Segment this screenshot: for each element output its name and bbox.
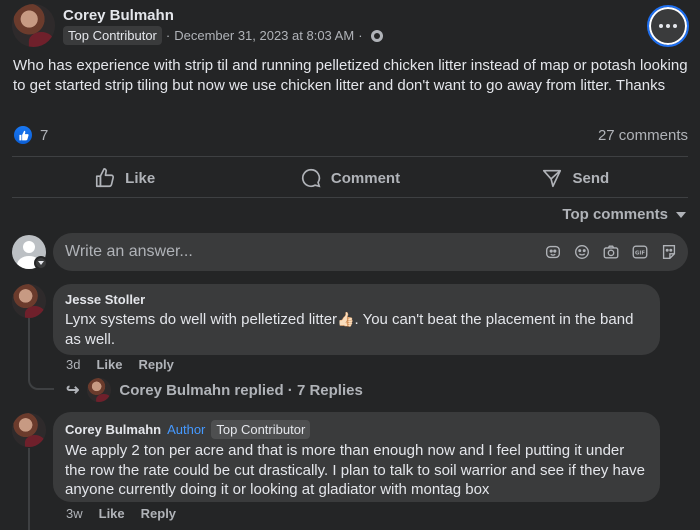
- commenter-avatar[interactable]: [12, 413, 46, 447]
- sort-comments-dropdown[interactable]: Top comments: [562, 206, 686, 223]
- gif-icon[interactable]: GIF: [631, 243, 649, 261]
- thread-line: [28, 448, 30, 530]
- caret-down-icon: [676, 211, 686, 218]
- composer-tools: GIF: [544, 243, 688, 261]
- comment-like-button[interactable]: Like: [99, 506, 125, 521]
- replies-summary: Corey Bulmahn replied · 7 Replies: [119, 381, 363, 399]
- send-button[interactable]: Send: [463, 160, 688, 196]
- top-contributor-badge: Top Contributor: [63, 26, 162, 45]
- more-icon-dot: [673, 24, 677, 28]
- comment-icon: [301, 168, 321, 188]
- like-button[interactable]: Like: [12, 160, 237, 196]
- comment-author-row: Jesse Stoller: [65, 292, 648, 307]
- comment-composer: GIF: [53, 233, 688, 271]
- post-author-avatar[interactable]: [12, 4, 55, 47]
- thumbs-up-emoji: 👍🏻: [337, 311, 355, 327]
- post-date[interactable]: December 31, 2023 at 8:03 AM: [174, 28, 354, 43]
- comment-bubble: Jesse Stoller Lynx systems do well with …: [53, 284, 660, 355]
- reply-arrow-icon: ↪: [66, 382, 80, 399]
- comment-author[interactable]: Corey Bulmahn: [65, 422, 161, 437]
- comment-actions: 3w Like Reply: [66, 506, 176, 521]
- comment-button[interactable]: Comment: [237, 160, 462, 196]
- post-body: Who has experience with strip til and ru…: [13, 57, 688, 94]
- reaction-count: 7: [40, 126, 49, 144]
- sort-label: Top comments: [562, 206, 668, 223]
- divider: [12, 156, 688, 157]
- divider: [12, 197, 688, 198]
- comment-reply-button[interactable]: Reply: [138, 357, 173, 372]
- top-contributor-badge: Top Contributor: [211, 420, 311, 439]
- thumbs-up-icon: [96, 168, 115, 188]
- post-meta: Top Contributor · December 31, 2023 at 8…: [63, 26, 383, 45]
- like-label: Like: [125, 169, 156, 187]
- more-icon: [659, 24, 663, 28]
- post-action-bar: Like Comment Send: [12, 160, 688, 196]
- comment-actions: 3d Like Reply: [66, 357, 174, 372]
- comment-text: Lynx systems do well with pelletized lit…: [65, 310, 648, 349]
- post-author-name[interactable]: Corey Bulmahn: [63, 7, 174, 24]
- comment-age[interactable]: 3w: [66, 506, 83, 521]
- more-icon-dot: [666, 24, 670, 28]
- more-options-button[interactable]: [647, 5, 689, 47]
- comment-age[interactable]: 3d: [66, 357, 80, 372]
- camera-icon[interactable]: [602, 243, 620, 261]
- svg-text:GIF: GIF: [635, 251, 645, 257]
- author-badge: Author: [167, 422, 206, 437]
- comment-label: Comment: [330, 169, 401, 187]
- reactions-summary[interactable]: 7: [14, 126, 48, 144]
- meta-separator: ·: [165, 28, 171, 43]
- send-icon: [543, 169, 562, 188]
- comment-author[interactable]: Jesse Stoller: [65, 292, 145, 307]
- account-switcher-badge[interactable]: [34, 256, 48, 270]
- comment-text: We apply 2 ton per acre and that is more…: [65, 442, 646, 498]
- sticker-icon[interactable]: [544, 243, 562, 261]
- like-reaction-icon: [14, 126, 32, 144]
- emoji-icon[interactable]: [573, 243, 591, 261]
- globe-icon: [370, 29, 383, 42]
- meta-separator: ·: [358, 28, 363, 43]
- comment-reply-button[interactable]: Reply: [141, 506, 176, 521]
- comment-author-row: Corey Bulmahn Author Top Contributor: [65, 420, 648, 439]
- avatar-sticker-icon[interactable]: [660, 243, 678, 261]
- commenter-avatar[interactable]: [12, 284, 46, 318]
- send-label: Send: [572, 169, 610, 187]
- comment-text-part: Lynx systems do well with pelletized lit…: [65, 311, 338, 328]
- comment-like-button[interactable]: Like: [96, 357, 122, 372]
- chevron-down-icon: [38, 261, 44, 265]
- comment-input[interactable]: [65, 243, 544, 261]
- comment-bubble: Corey Bulmahn Author Top Contributor We …: [53, 412, 660, 502]
- view-replies-link[interactable]: ↪ Corey Bulmahn replied · 7 Replies: [66, 378, 363, 402]
- comments-count-link[interactable]: 27 comments: [598, 127, 688, 144]
- replier-avatar: [87, 378, 112, 402]
- thread-connector: [28, 318, 54, 390]
